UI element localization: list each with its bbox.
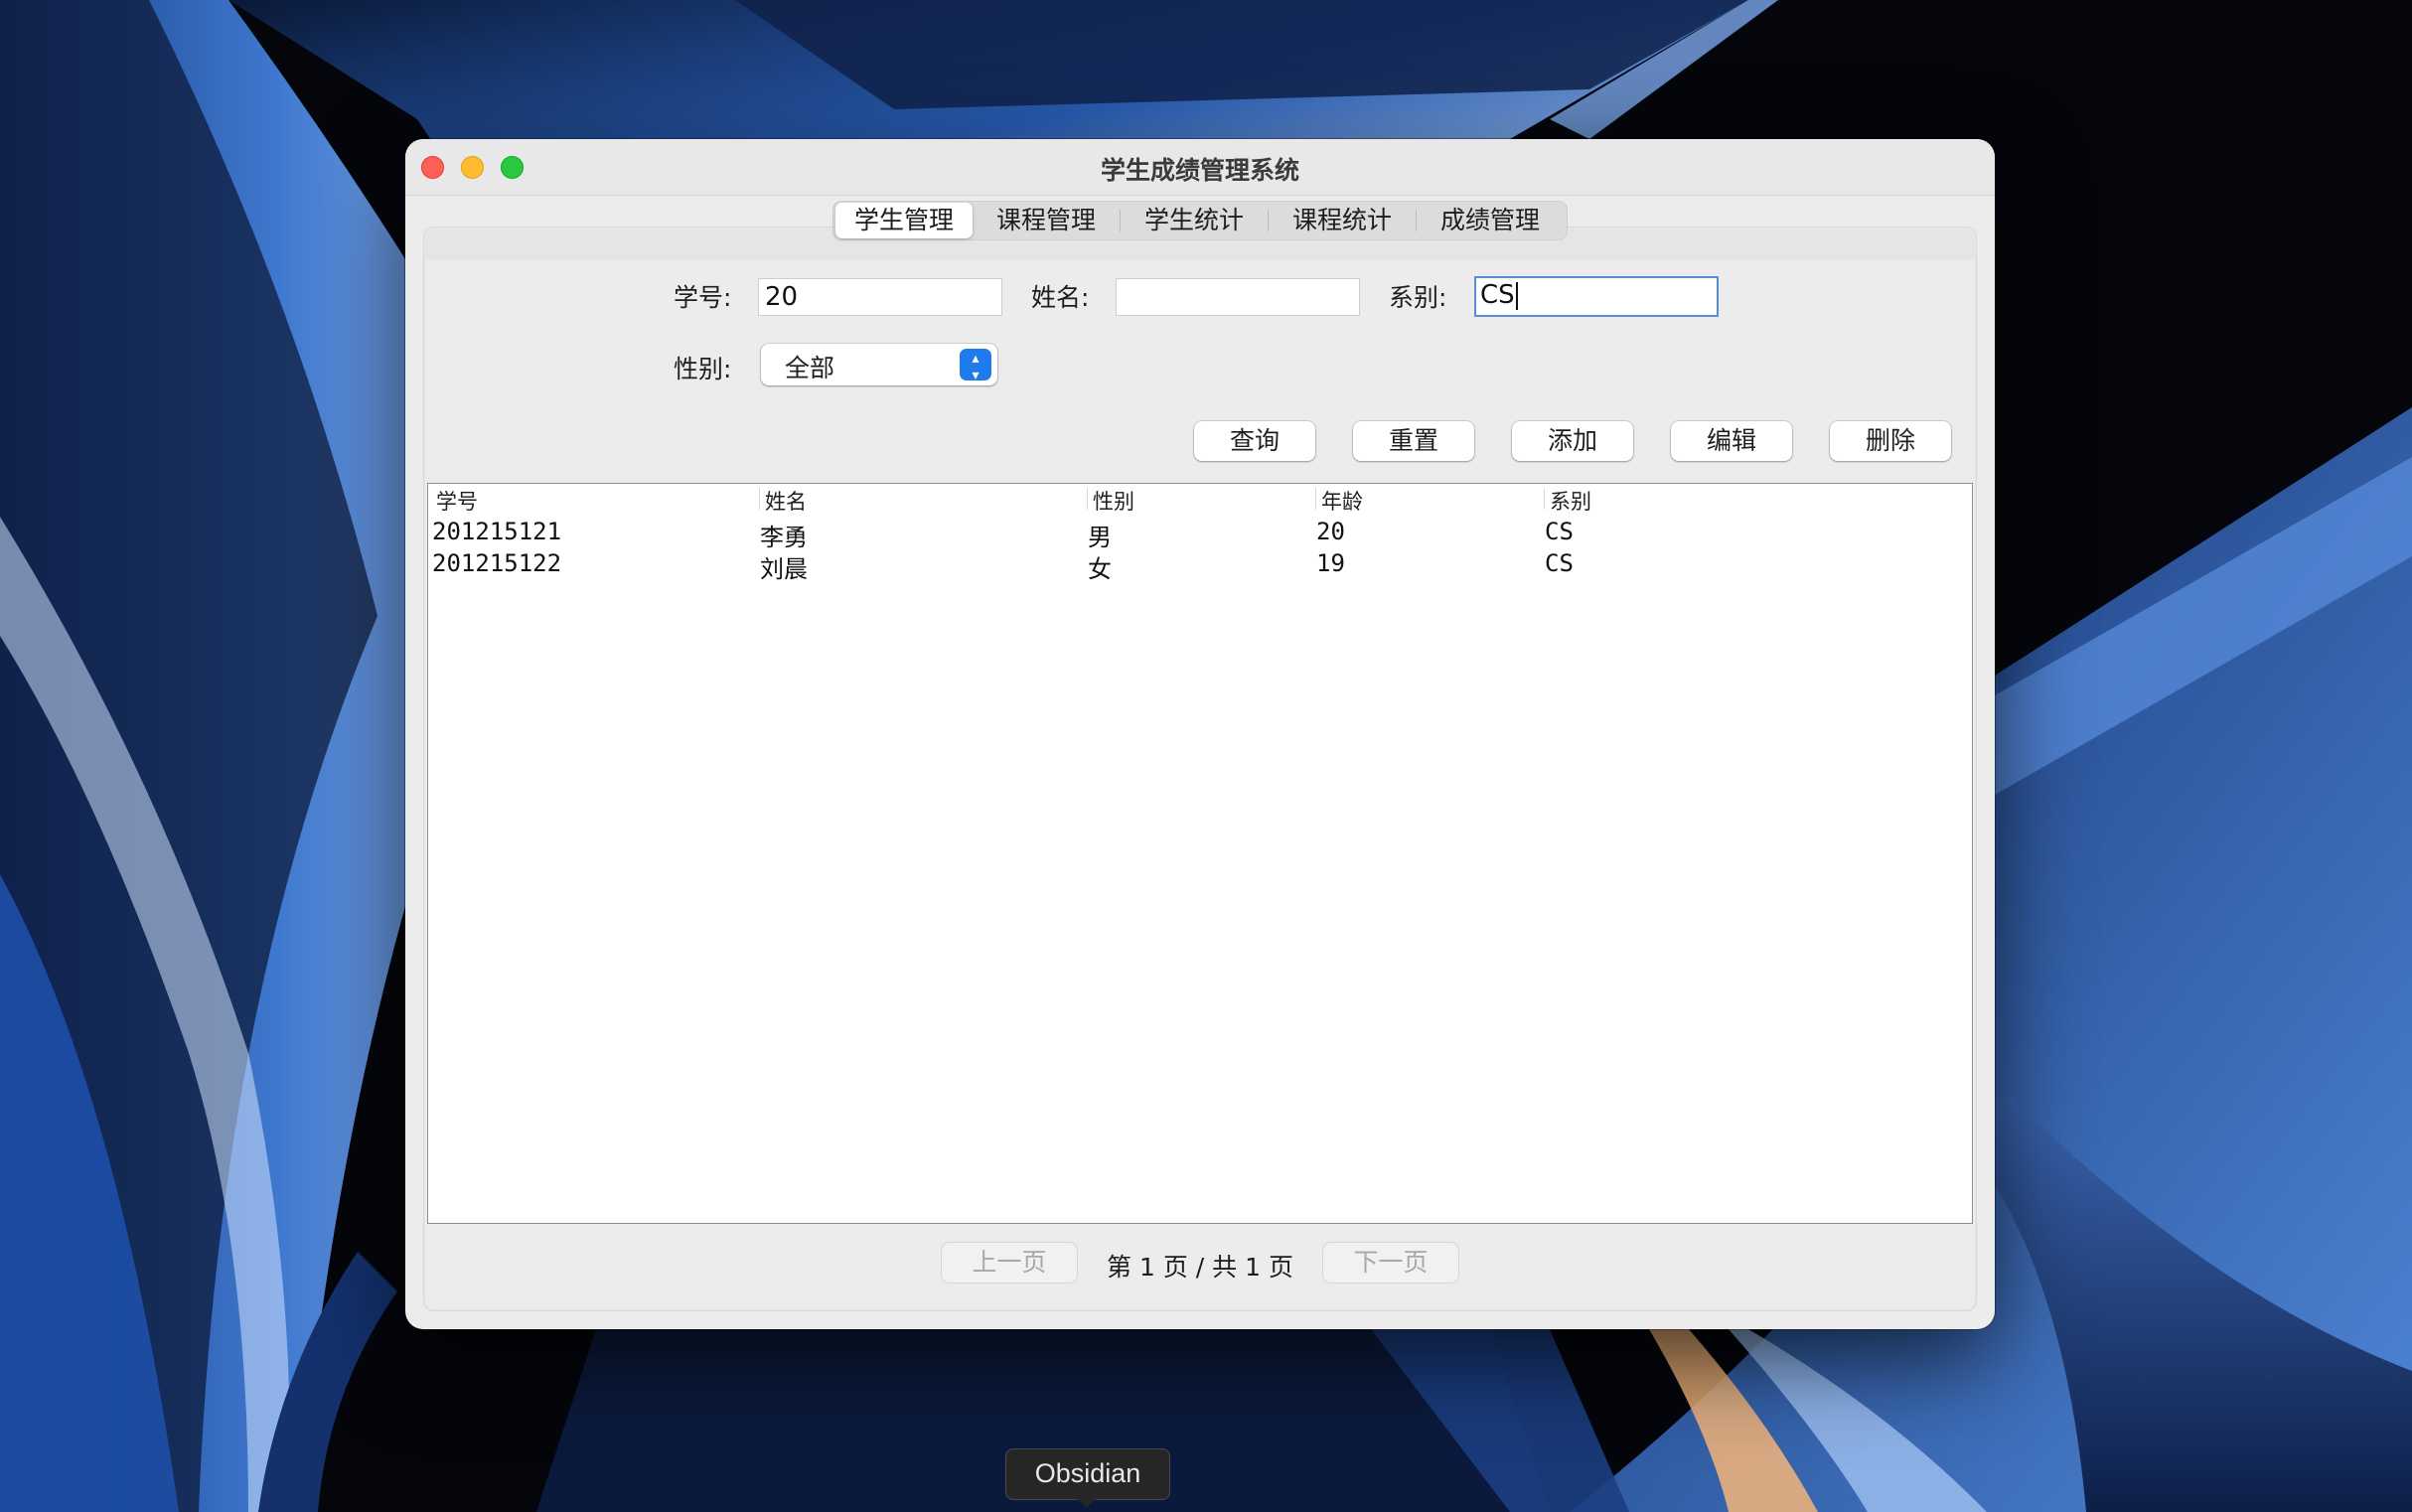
delete-button[interactable]: 删除	[1830, 421, 1951, 461]
cell-student-id: 201215122	[432, 549, 562, 577]
column-separator	[759, 488, 760, 510]
gender-select-value: 全部	[785, 354, 835, 382]
column-header-name[interactable]: 姓名	[765, 486, 807, 516]
cell-department: CS	[1545, 518, 1574, 545]
table-row[interactable]: 201215122 刘晨 女 19 CS	[428, 549, 1972, 583]
column-separator	[1315, 488, 1316, 510]
reset-button[interactable]: 重置	[1353, 421, 1474, 461]
column-separator	[1087, 488, 1088, 510]
text-caret	[1515, 281, 1518, 310]
column-header-age[interactable]: 年龄	[1321, 486, 1363, 516]
name-label: 姓名:	[1031, 283, 1090, 312]
table-row[interactable]: 201215121 李勇 男 20 CS	[428, 518, 1972, 551]
window-title: 学生成绩管理系统	[1100, 156, 1299, 185]
query-button[interactable]: 查询	[1194, 421, 1315, 461]
department-label: 系别:	[1389, 283, 1447, 312]
column-separator	[1544, 488, 1545, 510]
column-header-gender[interactable]: 性别	[1093, 486, 1134, 516]
department-input[interactable]: CS	[1474, 276, 1719, 317]
app-window: 学生成绩管理系统 学生管理 课程管理 学生统计 课程统计 成绩管理 学号: 20…	[405, 139, 1995, 1329]
page-indicator: 第 1 页 / 共 1 页	[1107, 1253, 1293, 1282]
updown-chevron-icon: ▴ ▾	[960, 349, 991, 382]
cell-gender: 女	[1088, 555, 1112, 583]
tab-grade-management[interactable]: 成绩管理	[1417, 203, 1564, 238]
tab-course-management[interactable]: 课程管理	[973, 203, 1120, 238]
dock-tooltip: Obsidian	[1005, 1448, 1170, 1500]
column-header-student-id[interactable]: 学号	[436, 486, 478, 516]
gender-label: 性别:	[674, 355, 732, 383]
cell-department: CS	[1545, 549, 1574, 577]
tab-student-statistics[interactable]: 学生统计	[1121, 203, 1268, 238]
cell-student-id: 201215121	[432, 518, 562, 545]
title-bar: 学生成绩管理系统	[405, 139, 1995, 196]
cell-gender: 男	[1088, 524, 1112, 551]
cell-name: 刘晨	[760, 555, 808, 583]
edit-button[interactable]: 编辑	[1671, 421, 1792, 461]
table-header: 学号 姓名 性别 年龄 系别	[428, 484, 1972, 514]
tab-student-management[interactable]: 学生管理	[835, 203, 973, 238]
dock-tooltip-arrow	[1077, 1498, 1097, 1508]
student-id-label: 学号:	[674, 283, 732, 312]
cell-name: 李勇	[760, 524, 808, 551]
tab-bar: 学生管理 课程管理 学生统计 课程统计 成绩管理	[832, 201, 1568, 240]
department-input-value: CS	[1480, 280, 1515, 310]
gender-select[interactable]: 全部 ▴ ▾	[761, 344, 997, 385]
student-id-input[interactable]: 20	[758, 278, 1002, 316]
column-header-department[interactable]: 系别	[1550, 486, 1591, 516]
tab-course-statistics[interactable]: 课程统计	[1269, 203, 1416, 238]
student-table[interactable]: 学号 姓名 性别 年龄 系别 201215121 李勇 男 20 CS 2012…	[427, 483, 1973, 1224]
cell-age: 19	[1316, 549, 1345, 577]
add-button[interactable]: 添加	[1512, 421, 1633, 461]
name-input[interactable]	[1116, 278, 1360, 316]
next-page-button[interactable]: 下一页	[1323, 1243, 1458, 1283]
cell-age: 20	[1316, 518, 1345, 545]
